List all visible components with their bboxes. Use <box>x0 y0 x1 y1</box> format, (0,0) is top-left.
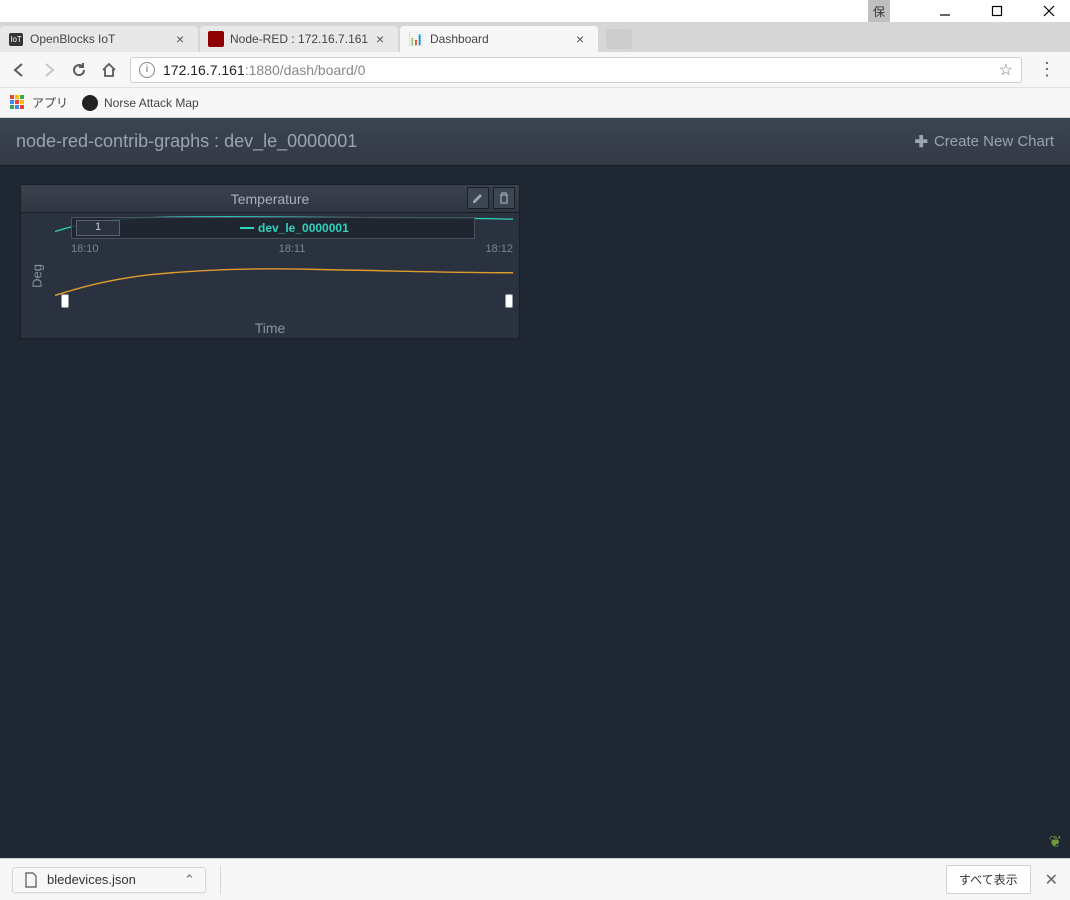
nav-home-button[interactable] <box>100 61 118 79</box>
address-bar-row: i 172.16.7.161:1880/dash/board/0 ☆ ⋮ <box>0 52 1070 88</box>
iot-favicon-icon: IoT <box>8 31 24 47</box>
tick-label: 18:12 <box>366 243 513 255</box>
divider <box>220 866 221 894</box>
chart-body: Deg 1 dev_le_0000001 18:10 18:11 <box>21 213 519 338</box>
url-path: :1880/dash/board/0 <box>245 62 366 78</box>
window-maximize-button[interactable] <box>980 0 1014 22</box>
tick-label: 18:10 <box>71 243 218 255</box>
legend-line-icon <box>240 227 254 229</box>
status-badge-text: 保 <box>873 3 885 20</box>
apps-shortcut[interactable]: アプリ <box>10 94 68 111</box>
window-minimize-button[interactable] <box>928 0 962 22</box>
show-all-downloads-button[interactable]: すべて表示 <box>946 865 1031 894</box>
site-info-icon[interactable]: i <box>139 62 155 78</box>
tab-title: OpenBlocks IoT <box>30 32 176 46</box>
dashboard-app: node-red-contrib-graphs : dev_le_0000001… <box>0 118 1070 858</box>
download-item[interactable]: bledevices.json ⌃ <box>12 867 206 893</box>
nodered-leaf-icon[interactable]: ❦ <box>1049 832 1062 852</box>
plus-icon: ✚ <box>915 132 928 152</box>
bookmarks-bar: アプリ Norse Attack Map <box>0 88 1070 118</box>
tick-label: 18:11 <box>218 243 365 255</box>
chart-legend: 1 dev_le_0000001 <box>71 217 475 239</box>
close-download-bar-button[interactable]: ✕ <box>1045 870 1058 890</box>
chart-card: Temperature Deg 1 <box>20 184 520 339</box>
create-chart-label: Create New Chart <box>934 133 1054 150</box>
create-new-chart-button[interactable]: ✚ Create New Chart <box>915 132 1054 152</box>
chart-xlabel: Time <box>21 320 519 336</box>
url-text: 172.16.7.161:1880/dash/board/0 <box>163 62 999 78</box>
nav-reload-button[interactable] <box>70 61 88 79</box>
download-filename: bledevices.json <box>47 872 136 887</box>
status-badge: 保 <box>868 0 890 22</box>
apps-grid-icon <box>10 95 26 111</box>
chart-header: Temperature <box>21 185 519 213</box>
chart-x-ticks: 18:10 18:11 18:12 <box>71 243 513 255</box>
bookmark-item[interactable]: Norse Attack Map <box>82 95 199 111</box>
legend-series-item[interactable]: dev_le_0000001 <box>240 221 349 235</box>
window-close-button[interactable] <box>1032 0 1066 22</box>
browser-tab[interactable]: 📊 Dashboard × <box>400 26 598 52</box>
bookmark-star-icon[interactable]: ☆ <box>999 60 1013 80</box>
page-title: node-red-contrib-graphs : dev_le_0000001 <box>16 131 357 152</box>
chart-ylabel: Deg <box>29 264 44 288</box>
pencil-icon <box>472 192 484 204</box>
browser-tab-strip: IoT OpenBlocks IoT × Node-RED : 172.16.7… <box>0 22 1070 52</box>
new-tab-button[interactable] <box>606 29 632 49</box>
address-input[interactable]: i 172.16.7.161:1880/dash/board/0 ☆ <box>130 57 1022 83</box>
legend-count-input[interactable]: 1 <box>76 220 120 236</box>
tab-close-icon[interactable]: × <box>376 31 390 47</box>
nodered-favicon-icon <box>208 31 224 47</box>
range-handle-right[interactable] <box>505 294 513 308</box>
browser-menu-button[interactable]: ⋮ <box>1034 59 1060 80</box>
range-slider[interactable] <box>61 294 513 310</box>
chart-title: Temperature <box>231 191 310 207</box>
edit-chart-button[interactable] <box>467 187 489 209</box>
bookmark-label: Norse Attack Map <box>104 96 199 110</box>
tab-close-icon[interactable]: × <box>176 31 190 47</box>
app-header: node-red-contrib-graphs : dev_le_0000001… <box>0 118 1070 166</box>
browser-tab[interactable]: Node-RED : 172.16.7.161 × <box>200 26 398 52</box>
url-host: 172.16.7.161 <box>163 62 245 78</box>
nav-back-button[interactable] <box>10 61 28 79</box>
range-handle-left[interactable] <box>61 294 69 308</box>
browser-tab[interactable]: IoT OpenBlocks IoT × <box>0 26 198 52</box>
chevron-up-icon[interactable]: ⌃ <box>184 872 195 888</box>
apps-label: アプリ <box>32 94 68 111</box>
download-bar: bledevices.json ⌃ すべて表示 ✕ <box>0 858 1070 900</box>
dashboard-favicon-icon: 📊 <box>408 31 424 47</box>
window-titlebar: 保 <box>0 0 1070 22</box>
norse-favicon-icon <box>82 95 98 111</box>
tab-title: Dashboard <box>430 32 576 46</box>
tab-close-icon[interactable]: × <box>576 31 590 47</box>
nav-forward-button[interactable] <box>40 61 58 79</box>
trash-icon <box>498 192 510 204</box>
file-icon <box>23 872 39 888</box>
legend-series-label: dev_le_0000001 <box>258 221 349 235</box>
tab-title: Node-RED : 172.16.7.161 <box>230 32 376 46</box>
delete-chart-button[interactable] <box>493 187 515 209</box>
